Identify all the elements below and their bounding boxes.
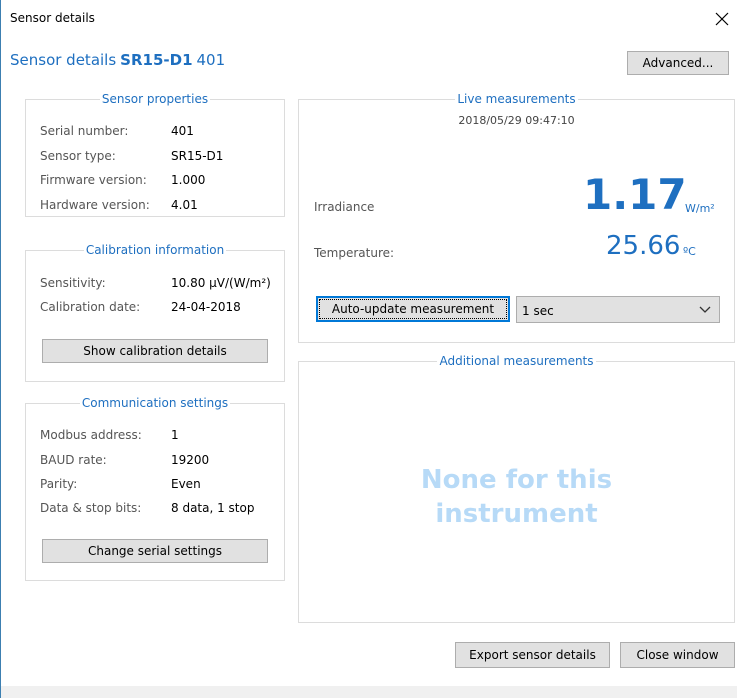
firmware-version-label: Firmware version: xyxy=(40,173,147,187)
auto-update-measurement-button[interactable]: Auto-update measurement xyxy=(316,296,510,322)
update-interval-value: 1 sec xyxy=(522,304,554,318)
no-measurements-line2: instrument xyxy=(435,499,598,529)
sensor-properties-title: Sensor properties xyxy=(99,92,211,106)
export-sensor-details-button[interactable]: Export sensor details xyxy=(455,642,610,668)
temperature-value: 25.66 xyxy=(606,231,681,261)
auto-update-measurement-label: Auto-update measurement xyxy=(319,299,507,319)
show-calibration-details-button[interactable]: Show calibration details xyxy=(42,339,268,363)
advanced-button[interactable]: Advanced... xyxy=(627,51,729,75)
data-stop-bits-value: 8 data, 1 stop xyxy=(171,501,255,515)
status-strip xyxy=(1,686,737,698)
temperature-label: Temperature: xyxy=(314,246,395,260)
temperature-unit: ºC xyxy=(683,245,696,258)
chevron-down-icon xyxy=(699,303,711,315)
no-measurements-line1: None for this xyxy=(420,465,613,495)
sensor-type-value: SR15-D1 xyxy=(171,149,224,163)
serial-number-label: Serial number: xyxy=(40,124,129,138)
data-stop-bits-label: Data & stop bits: xyxy=(40,501,142,515)
communication-title: Communication settings xyxy=(79,396,231,410)
header-serial: 401 xyxy=(196,51,226,69)
irradiance-label: Irradiance xyxy=(314,200,375,214)
sensor-details-window: Sensor details Sensor details SR15-D1 401 … xyxy=(0,0,737,698)
live-measurements-title: Live measurements xyxy=(455,92,578,106)
change-serial-settings-button[interactable]: Change serial settings xyxy=(42,539,268,563)
hardware-version-value: 4.01 xyxy=(171,198,198,212)
sensitivity-value: 10.80 µV/(W/m²) xyxy=(171,276,271,290)
irradiance-unit: W/m² xyxy=(685,202,715,215)
close-window-button[interactable]: Close window xyxy=(620,642,735,668)
additional-measurements-title: Additional measurements xyxy=(437,354,596,368)
parity-value: Even xyxy=(171,477,201,491)
modbus-address-label: Modbus address: xyxy=(40,428,142,442)
calibration-date-value: 24-04-2018 xyxy=(171,300,241,314)
parity-label: Parity: xyxy=(40,477,78,491)
hardware-version-label: Hardware version: xyxy=(40,198,150,212)
header-model: SR15-D1 xyxy=(120,51,193,69)
header-prefix: Sensor details xyxy=(10,51,117,69)
calibration-date-label: Calibration date: xyxy=(40,300,141,314)
irradiance-value: 1.17 xyxy=(583,170,687,219)
close-icon[interactable] xyxy=(709,6,735,32)
sensitivity-label: Sensitivity: xyxy=(40,276,106,290)
sensor-type-label: Sensor type: xyxy=(40,149,116,163)
modbus-address-value: 1 xyxy=(171,428,179,442)
update-interval-select[interactable]: 1 sec xyxy=(516,296,720,323)
title-bar: Sensor details xyxy=(1,0,737,34)
no-measurements-message: None for this instrument xyxy=(298,463,735,531)
page-title: Sensor details SR15-D1 401 xyxy=(10,51,225,69)
firmware-version-value: 1.000 xyxy=(171,173,206,187)
baud-rate-value: 19200 xyxy=(171,453,210,467)
calibration-title: Calibration information xyxy=(83,243,227,257)
baud-rate-label: BAUD rate: xyxy=(40,453,107,467)
serial-number-value: 401 xyxy=(171,124,194,138)
measurement-timestamp: 2018/05/29 09:47:10 xyxy=(458,114,575,127)
window-title: Sensor details xyxy=(10,11,95,25)
